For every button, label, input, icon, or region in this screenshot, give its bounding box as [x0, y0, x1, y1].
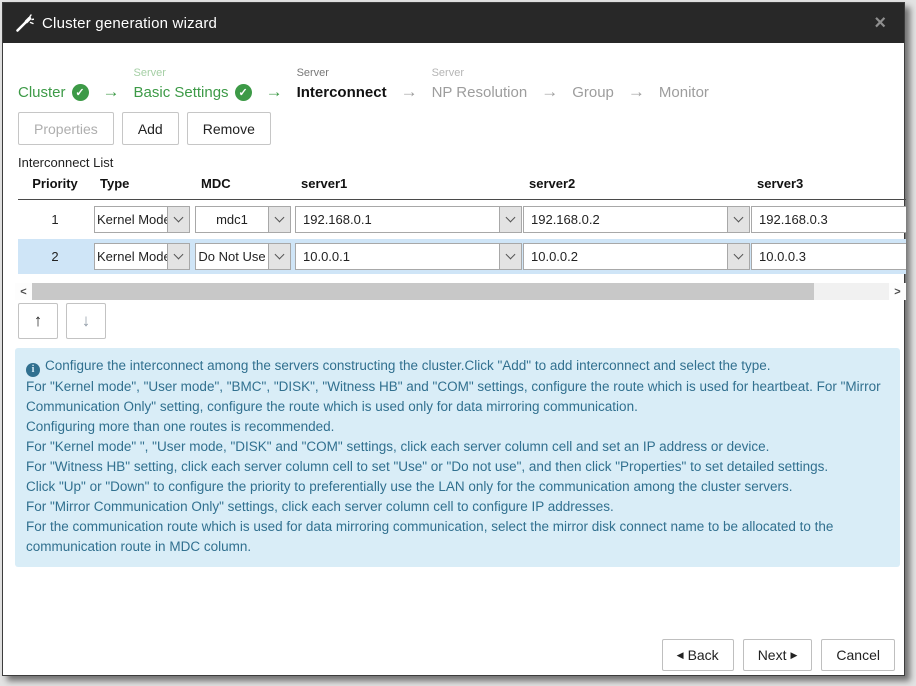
- column-header-server3: server3: [757, 176, 803, 191]
- properties-button[interactable]: Properties: [18, 112, 114, 145]
- step-np-resolution[interactable]: Server NP Resolution: [432, 65, 528, 103]
- step-label: Basic Settings: [134, 84, 229, 101]
- step-arrow-icon: →: [266, 81, 283, 103]
- back-arrow-icon: ◀: [677, 650, 684, 661]
- step-arrow-icon: →: [628, 81, 645, 103]
- priority-cell: 2: [18, 239, 92, 274]
- add-button[interactable]: Add: [122, 112, 179, 145]
- chevron-down-icon: [727, 244, 749, 269]
- server3-select[interactable]: 192.168.0.3: [751, 206, 906, 233]
- info-paragraph: For "Kernel mode" ", "User mode, "DISK" …: [26, 437, 889, 457]
- reorder-controls: ↑ ↓: [18, 303, 106, 339]
- step-interconnect[interactable]: Server Interconnect: [297, 65, 387, 103]
- cluster-generation-wizard-dialog: Cluster generation wizard × Cluster ✓ → …: [2, 2, 905, 676]
- mdc-select[interactable]: mdc1: [195, 206, 291, 233]
- table-row[interactable]: 1 Kernel Mode mdc1 192.168.0.1 192.168.0…: [18, 202, 906, 237]
- chevron-down-icon: [727, 207, 749, 232]
- list-toolbar: Properties Add Remove: [18, 112, 271, 145]
- step-arrow-icon: →: [401, 81, 418, 103]
- cancel-button[interactable]: Cancel: [821, 639, 895, 671]
- step-label: Monitor: [659, 84, 709, 101]
- column-header-priority: Priority: [18, 176, 92, 191]
- server2-select[interactable]: 192.168.0.2: [523, 206, 750, 233]
- info-paragraph: For "Mirror Communication Only" settings…: [26, 497, 889, 517]
- magic-wand-icon: [15, 14, 34, 33]
- column-header-type: Type: [100, 176, 129, 191]
- table-header: Priority Type MDC server1 server2 server…: [18, 174, 906, 200]
- step-label: Interconnect: [297, 84, 387, 101]
- step-label: Cluster: [18, 84, 66, 101]
- server1-select[interactable]: 10.0.0.1: [295, 243, 522, 270]
- check-circle-icon: ✓: [235, 84, 252, 101]
- column-header-server2: server2: [529, 176, 575, 191]
- info-paragraph: For "Kernel mode", "User mode", "BMC", "…: [26, 377, 889, 417]
- chevron-down-icon: [499, 207, 521, 232]
- step-label: NP Resolution: [432, 84, 528, 101]
- move-down-button[interactable]: ↓: [66, 303, 106, 339]
- chevron-down-icon: [167, 244, 189, 269]
- column-header-mdc: MDC: [201, 176, 231, 191]
- horizontal-scrollbar: < >: [15, 283, 906, 300]
- info-box: iConfigure the interconnect among the se…: [15, 348, 900, 567]
- info-paragraph: For "Witness HB" setting, click each ser…: [26, 457, 889, 477]
- column-header-server1: server1: [301, 176, 347, 191]
- close-icon[interactable]: ×: [868, 11, 892, 35]
- titlebar: Cluster generation wizard ×: [3, 3, 904, 43]
- info-paragraph: Configuring more than one routes is reco…: [26, 417, 889, 437]
- scroll-left-icon[interactable]: <: [15, 283, 32, 300]
- type-select[interactable]: Kernel Mode: [94, 243, 190, 270]
- type-select[interactable]: Kernel Mode: [94, 206, 190, 233]
- footer-buttons: ◀ Back Next ▶ Cancel: [3, 639, 895, 671]
- scroll-right-icon[interactable]: >: [889, 283, 906, 300]
- step-arrow-icon: →: [541, 81, 558, 103]
- priority-cell: 1: [18, 202, 92, 237]
- move-up-button[interactable]: ↑: [18, 303, 58, 339]
- step-label: Group: [572, 84, 614, 101]
- next-button[interactable]: Next ▶: [743, 639, 813, 671]
- server1-select[interactable]: 192.168.0.1: [295, 206, 522, 233]
- scrollbar-track[interactable]: [814, 283, 889, 300]
- step-group[interactable]: Group: [572, 65, 614, 103]
- step-cluster[interactable]: Cluster ✓: [18, 65, 89, 103]
- chevron-down-icon: [499, 244, 521, 269]
- step-monitor[interactable]: Monitor: [659, 65, 709, 103]
- info-paragraph: Click "Up" or "Down" to configure the pr…: [26, 477, 889, 497]
- mdc-select[interactable]: Do Not Use: [195, 243, 291, 270]
- remove-button[interactable]: Remove: [187, 112, 271, 145]
- next-arrow-icon: ▶: [790, 650, 797, 661]
- server2-select[interactable]: 10.0.0.2: [523, 243, 750, 270]
- server3-select[interactable]: 10.0.0.3: [751, 243, 906, 270]
- wizard-steps: Cluster ✓ → Server Basic Settings ✓ → Se…: [18, 55, 894, 103]
- chevron-down-icon: [167, 207, 189, 232]
- info-paragraph: For the communication route which is use…: [26, 517, 889, 557]
- step-basic-settings[interactable]: Server Basic Settings ✓: [134, 65, 252, 103]
- dialog-title: Cluster generation wizard: [42, 15, 217, 32]
- step-arrow-icon: →: [103, 81, 120, 103]
- chevron-down-icon: [268, 207, 290, 232]
- chevron-down-icon: [268, 244, 290, 269]
- back-button[interactable]: ◀ Back: [662, 639, 734, 671]
- info-paragraph: iConfigure the interconnect among the se…: [26, 356, 889, 377]
- table-row[interactable]: 2 Kernel Mode Do Not Use 10.0.0.1 10.0.0…: [18, 239, 906, 274]
- scrollbar-thumb[interactable]: [32, 283, 814, 300]
- check-circle-icon: ✓: [72, 84, 89, 101]
- interconnect-list-title: Interconnect List: [18, 155, 113, 170]
- info-icon: i: [26, 363, 40, 377]
